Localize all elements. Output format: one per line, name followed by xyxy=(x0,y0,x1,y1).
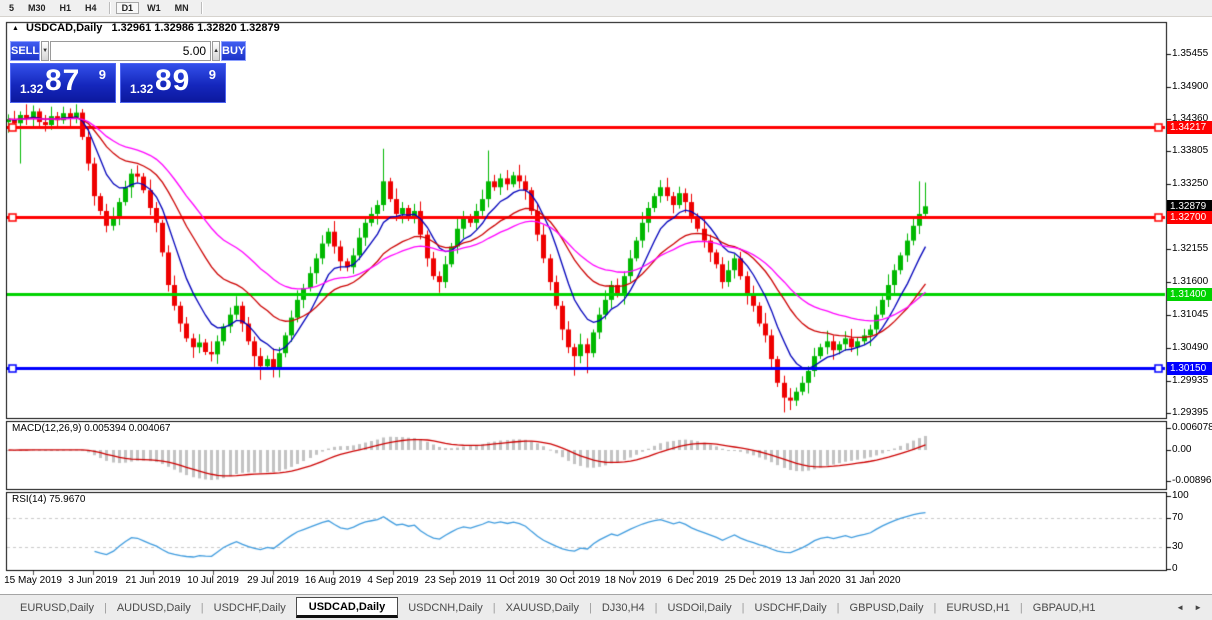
period-button-D1[interactable]: D1 xyxy=(116,2,140,14)
hline-price-label: 1.32700 xyxy=(1167,211,1212,224)
sell-price-box[interactable]: 1.32 87 9 xyxy=(10,63,116,103)
price-tick: 1.33805 xyxy=(1172,145,1208,156)
buy-price-sup: 9 xyxy=(209,67,216,82)
period-button-MN[interactable]: MN xyxy=(169,2,195,14)
tab-EURUSD,H1[interactable]: EURUSD,H1 xyxy=(936,598,1020,618)
buy-price-big: 89 xyxy=(155,64,190,98)
sell-price-base: 1.32 xyxy=(20,82,43,96)
tab-USDCHF,Daily[interactable]: USDCHF,Daily xyxy=(745,598,837,618)
sell-price-sup: 9 xyxy=(99,67,106,82)
rsi-tick: 100 xyxy=(1172,490,1189,501)
sell-price-big: 87 xyxy=(45,64,80,98)
date-label: 18 Nov 2019 xyxy=(605,575,662,586)
volume-decrease-icon[interactable]: ▼ xyxy=(41,41,49,61)
tabs-scroll-left-icon[interactable]: ◄ xyxy=(1176,603,1184,612)
toolbar-separator xyxy=(109,2,110,14)
date-label: 31 Jan 2020 xyxy=(845,575,900,586)
one-click-trading-panel: SELL ▼ ▲ BUY 1.32 87 9 1.32 89 9 xyxy=(10,41,226,103)
period-button-5[interactable]: 5 xyxy=(3,2,20,14)
date-label: 25 Dec 2019 xyxy=(725,575,782,586)
macd-tick: 0.006078 xyxy=(1172,422,1212,433)
date-label: 11 Oct 2019 xyxy=(486,575,540,586)
date-label: 4 Sep 2019 xyxy=(367,575,418,586)
date-label: 21 Jun 2019 xyxy=(125,575,180,586)
buy-price-base: 1.32 xyxy=(130,82,153,96)
sell-button[interactable]: SELL xyxy=(10,41,40,61)
date-label: 30 Oct 2019 xyxy=(546,575,600,586)
collapse-arrow-icon[interactable]: ▲ xyxy=(12,25,19,32)
period-button-H4[interactable]: H4 xyxy=(79,2,103,14)
buy-price-box[interactable]: 1.32 89 9 xyxy=(120,63,226,103)
buy-button[interactable]: BUY xyxy=(221,41,246,61)
hline-price-label: 1.34217 xyxy=(1167,121,1212,134)
tab-EURUSD,Daily[interactable]: EURUSD,Daily xyxy=(10,598,104,618)
chart-title: ▲ USDCAD,Daily 1.32961 1.32986 1.32820 1… xyxy=(12,22,280,34)
rsi-tick: 30 xyxy=(1172,541,1183,552)
date-label: 6 Dec 2019 xyxy=(667,575,718,586)
date-label: 13 Jan 2020 xyxy=(785,575,840,586)
symbol-period-label: USDCAD,Daily xyxy=(26,22,102,34)
volume-input[interactable] xyxy=(50,41,211,61)
ohlc-values: 1.32961 1.32986 1.32820 1.32879 xyxy=(111,22,279,34)
volume-increase-icon[interactable]: ▲ xyxy=(212,41,220,61)
date-label: 15 May 2019 xyxy=(4,575,62,586)
period-button-H1[interactable]: H1 xyxy=(54,2,78,14)
rsi-tick: 70 xyxy=(1172,512,1183,523)
tabs-scroll-right-icon[interactable]: ► xyxy=(1194,603,1202,612)
date-label: 10 Jul 2019 xyxy=(187,575,239,586)
tab-USDCNH,Daily[interactable]: USDCNH,Daily xyxy=(398,598,493,618)
macd-indicator-label: MACD(12,26,9) 0.005394 0.004067 xyxy=(12,423,170,434)
price-tick: 1.32155 xyxy=(1172,243,1208,254)
price-tick: 1.35455 xyxy=(1172,48,1208,59)
price-tick: 1.29935 xyxy=(1172,375,1208,386)
macd-tick: -0.008965 xyxy=(1172,475,1212,486)
price-tick: 1.31600 xyxy=(1172,276,1208,287)
price-tick: 1.33250 xyxy=(1172,178,1208,189)
rsi-indicator-label: RSI(14) 75.9670 xyxy=(12,494,85,505)
tab-USDCHF,Daily[interactable]: USDCHF,Daily xyxy=(204,598,296,618)
period-button-M30[interactable]: M30 xyxy=(22,2,52,14)
timeframe-toolbar: 5M30H1H4 D1W1MN xyxy=(0,0,1212,17)
hline-price-label: 1.31400 xyxy=(1167,288,1212,301)
price-tick: 1.34900 xyxy=(1172,81,1208,92)
tab-XAUUSD,Daily[interactable]: XAUUSD,Daily xyxy=(496,598,589,618)
macd-tick: 0.00 xyxy=(1172,444,1191,455)
period-button-W1[interactable]: W1 xyxy=(141,2,167,14)
tab-DJ30,H4[interactable]: DJ30,H4 xyxy=(592,598,655,618)
price-tick: 1.29395 xyxy=(1172,407,1208,418)
price-tick: 1.30490 xyxy=(1172,342,1208,353)
tab-USDCAD,Daily[interactable]: USDCAD,Daily xyxy=(296,597,398,618)
price-tick: 1.31045 xyxy=(1172,309,1208,320)
date-label: 29 Jul 2019 xyxy=(247,575,299,586)
tab-USDOil,Daily[interactable]: USDOil,Daily xyxy=(657,598,741,618)
tab-GBPAUD,H1[interactable]: GBPAUD,H1 xyxy=(1023,598,1106,618)
hline-price-label: 1.30150 xyxy=(1167,362,1212,375)
date-label: 16 Aug 2019 xyxy=(305,575,361,586)
tab-AUDUSD,Daily[interactable]: AUDUSD,Daily xyxy=(107,598,201,618)
date-label: 23 Sep 2019 xyxy=(425,575,482,586)
tab-GBPUSD,Daily[interactable]: GBPUSD,Daily xyxy=(840,598,934,618)
toolbar-separator xyxy=(201,2,202,14)
chart-tab-bar: EURUSD,Daily|AUDUSD,Daily|USDCHF,DailyUS… xyxy=(0,594,1212,620)
date-label: 3 Jun 2019 xyxy=(68,575,118,586)
rsi-tick: 0 xyxy=(1172,563,1178,574)
